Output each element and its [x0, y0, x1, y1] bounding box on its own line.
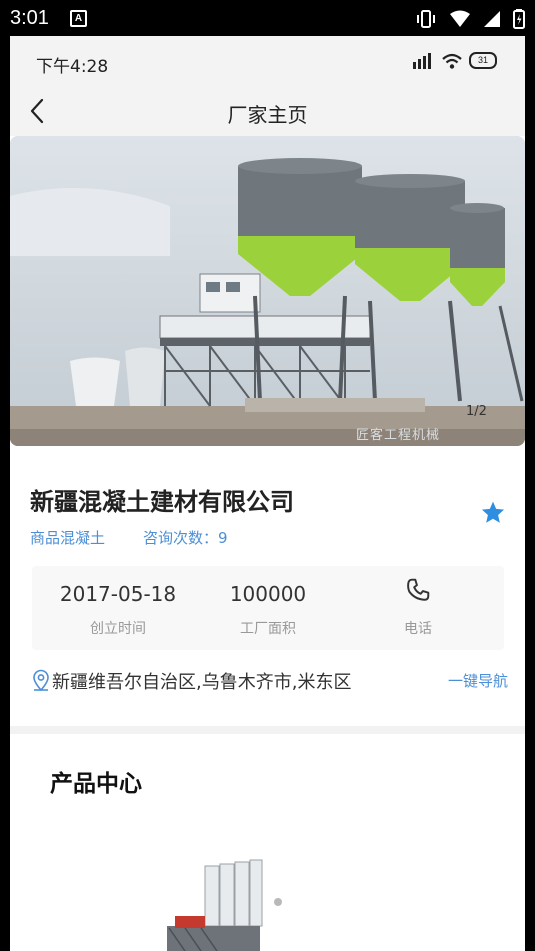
founded-date: 2017-05-18	[59, 582, 177, 606]
factory-area-label: 工厂面积	[240, 621, 296, 637]
battery-level: 31	[469, 52, 497, 69]
wifi-icon	[450, 10, 470, 27]
factory-photo	[10, 136, 525, 446]
inner-status-icons: 31	[413, 52, 497, 69]
phone-label: 电话	[404, 621, 432, 637]
carousel-counter: 1/2	[466, 404, 487, 419]
inner-status-bar: 下午4:28 31	[10, 36, 525, 86]
founded-label: 创立时间	[90, 621, 146, 637]
category-tag: 商品混凝土	[30, 529, 106, 547]
location-pin-icon	[33, 669, 49, 691]
phone-button[interactable]: 电话	[348, 566, 488, 650]
carousel-dot[interactable]	[274, 898, 282, 906]
inquiry-count: 咨询次数：9	[143, 529, 228, 547]
photo-watermark: 匠客工程机械	[356, 428, 441, 443]
factory-area-value: 100000	[229, 582, 307, 606]
factory-image-carousel[interactable]: 1/2 匠客工程机械	[10, 136, 525, 446]
vibrate-icon	[417, 10, 435, 28]
company-name: 新疆混凝土建材有限公司	[30, 488, 294, 516]
app-screen: 下午4:28 31 厂家主页 1/2 匠客工程机械 新疆混凝土建材有限公司 商品…	[10, 36, 525, 951]
system-status-icons	[415, 9, 525, 29]
page-header: 厂家主页	[10, 86, 525, 136]
battery-icon	[513, 9, 525, 29]
address-text: 新疆维吾尔自治区,乌鲁木齐市,米东区	[52, 672, 352, 693]
stat-factory-area: 100000 工厂面积	[198, 566, 338, 650]
phone-icon	[407, 578, 430, 601]
page-title: 厂家主页	[227, 103, 308, 127]
system-status-bar: 3:01 A	[0, 0, 535, 36]
notification-a-icon: A	[70, 10, 87, 27]
product-center-title: 产品中心	[50, 771, 142, 797]
product-thumbnail[interactable]	[155, 856, 265, 951]
cellular-signal-icon	[413, 52, 431, 69]
navigate-button[interactable]: 一键导航	[448, 670, 508, 691]
favorite-star-icon[interactable]	[480, 500, 506, 526]
wifi-icon	[442, 53, 462, 69]
section-divider	[10, 726, 525, 734]
signal-icon	[484, 11, 500, 27]
address-row: 新疆维吾尔自治区,乌鲁木齐市,米东区 一键导航	[32, 667, 508, 693]
company-stats: 2017-05-18 创立时间 100000 工厂面积 电话	[32, 566, 504, 650]
stat-founded: 2017-05-18 创立时间	[48, 566, 188, 650]
inner-time: 下午4:28	[36, 57, 109, 77]
system-time: 3:01	[10, 7, 49, 29]
